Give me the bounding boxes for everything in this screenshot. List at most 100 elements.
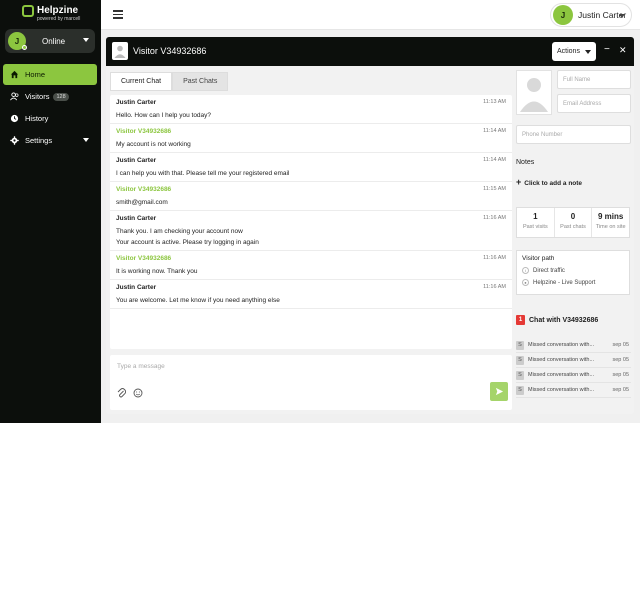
message-text: Your account is active. Please try loggi… bbox=[116, 239, 259, 246]
sidebar-item-label: History bbox=[25, 114, 49, 123]
visitor-stats: 1 Past visits 0 Past chats 9 mins Time on sit… bbox=[516, 207, 630, 238]
visitor-path-title: Visitor path bbox=[522, 255, 555, 262]
missed-date: sep 05 bbox=[612, 357, 629, 363]
menu-icon[interactable] bbox=[113, 10, 123, 19]
visitor-info-panel: Full Name Email Address Phone Number Not… bbox=[516, 70, 631, 410]
conversation-icon: S bbox=[516, 340, 524, 350]
brand-tagline: powered by marcell bbox=[37, 16, 81, 22]
phone-field[interactable]: Phone Number bbox=[516, 125, 631, 144]
message-input[interactable] bbox=[117, 363, 417, 370]
avatar: J bbox=[8, 32, 27, 50]
send-button[interactable] bbox=[490, 382, 508, 401]
sidebar-item-history[interactable]: History bbox=[3, 108, 97, 129]
missed-label: Missed conversation with... bbox=[528, 372, 595, 378]
message-item: Justin Carter 11:13 AM Hello. How can I he… bbox=[110, 95, 512, 124]
status-label: Online bbox=[42, 36, 66, 46]
chat-history-heading: 1 Chat with V34932686 bbox=[516, 315, 598, 325]
visitors-count-badge: 128 bbox=[53, 92, 69, 101]
stat-label: Past chats bbox=[560, 224, 586, 230]
message-list: Justin Carter 11:13 AM Hello. How can I he… bbox=[110, 95, 512, 349]
chat-panel: Visitor V34932686 Actions − ✕ Current Ch… bbox=[106, 37, 634, 414]
message-time: 11:15 AM bbox=[483, 186, 506, 192]
visitor-avatar-icon bbox=[112, 42, 128, 60]
message-text: Hello. How can I help you today? bbox=[116, 112, 212, 119]
conversation-icon: S bbox=[516, 370, 524, 380]
location-icon: ● bbox=[522, 279, 529, 286]
message-item: Justin Carter 11:16 AM You are welcome. Le… bbox=[110, 280, 512, 309]
sidebar: Helpzine powered by marcell J Online Hom… bbox=[0, 0, 101, 423]
actions-dropdown[interactable]: Actions bbox=[552, 42, 596, 61]
sidebar-nav: Home Visitors 128 History Settings bbox=[3, 64, 97, 152]
message-item: Justin Carter 11:16 AM Thank you. I am che… bbox=[110, 211, 512, 251]
message-sender: Justin Carter bbox=[116, 284, 157, 291]
avatar: J bbox=[553, 5, 573, 25]
missed-conversation-item[interactable]: S Missed conversation with... sep 05 bbox=[516, 338, 631, 353]
message-sender: Justin Carter bbox=[116, 215, 157, 222]
message-sender: Justin Carter bbox=[116, 99, 157, 106]
gear-icon bbox=[10, 136, 19, 145]
message-time: 11:16 AM bbox=[483, 255, 506, 261]
status-dropdown[interactable]: J Online bbox=[5, 29, 95, 53]
message-sender[interactable]: Visitor V34932686 bbox=[116, 186, 506, 193]
topbar: J Justin Carter bbox=[101, 0, 640, 30]
tab-past-chats[interactable]: Past Chats bbox=[172, 72, 229, 91]
message-time: 11:14 AM bbox=[483, 157, 506, 163]
missed-date: sep 05 bbox=[612, 387, 629, 393]
message-text: smith@gmail.com bbox=[116, 199, 168, 206]
message-text: I can help you with that. Please tell me… bbox=[116, 170, 290, 177]
missed-date: sep 05 bbox=[612, 372, 629, 378]
chat-bubble-icon bbox=[22, 5, 34, 17]
info-icon: i bbox=[522, 267, 529, 274]
conversation-icon: S bbox=[516, 355, 524, 365]
paperclip-icon[interactable] bbox=[117, 388, 127, 400]
message-sender[interactable]: Visitor V34932686 bbox=[116, 128, 506, 135]
message-item: Visitor V34932686 11:15 AM smith@gmail.com bbox=[110, 182, 512, 211]
message-time: 11:16 AM bbox=[483, 284, 506, 290]
panel-header: Visitor V34932686 Actions − ✕ bbox=[106, 37, 634, 66]
path-item: i Direct traffic bbox=[522, 267, 624, 274]
panel-title: Visitor V34932686 bbox=[133, 46, 207, 56]
tab-current-chat[interactable]: Current Chat bbox=[110, 72, 173, 91]
history-icon bbox=[10, 114, 19, 123]
missed-conversation-item[interactable]: S Missed conversation with... sep 05 bbox=[516, 353, 631, 368]
minimize-icon[interactable]: − bbox=[604, 44, 610, 55]
stat-value: 9 mins bbox=[598, 212, 624, 221]
missed-conversations: S Missed conversation with... sep 05 S Misse… bbox=[516, 338, 631, 398]
user-menu[interactable]: J Justin Carter bbox=[550, 3, 632, 27]
sidebar-item-home[interactable]: Home bbox=[3, 64, 97, 85]
close-icon[interactable]: ✕ bbox=[619, 45, 627, 56]
stat-value: 1 bbox=[533, 212, 538, 221]
chat-column: Current Chat Past Chats Justin Carter 11:… bbox=[110, 70, 512, 410]
chat-count-badge: 1 bbox=[516, 315, 525, 325]
missed-conversation-item[interactable]: S Missed conversation with... sep 05 bbox=[516, 368, 631, 383]
plus-icon: + bbox=[516, 177, 522, 187]
app: Helpzine powered by marcell J Online Hom… bbox=[0, 0, 640, 423]
message-time: 11:16 AM bbox=[483, 215, 506, 221]
chevron-down-icon bbox=[83, 138, 89, 142]
full-name-field[interactable]: Full Name bbox=[557, 70, 631, 89]
add-note-button[interactable]: + Click to add a note bbox=[516, 177, 582, 187]
emoji-icon[interactable] bbox=[133, 388, 143, 400]
visitor-path: Visitor path i Direct traffic ● Helpzine -… bbox=[516, 250, 630, 295]
message-text: Thank you. I am checking your account no… bbox=[116, 228, 243, 235]
message-sender[interactable]: Visitor V34932686 bbox=[116, 255, 506, 262]
sidebar-item-settings[interactable]: Settings bbox=[3, 130, 97, 151]
missed-label: Missed conversation with... bbox=[528, 342, 595, 348]
email-field[interactable]: Email Address bbox=[557, 94, 631, 113]
visitor-photo-icon bbox=[516, 70, 552, 115]
sidebar-item-visitors[interactable]: Visitors 128 bbox=[3, 86, 97, 107]
missed-label: Missed conversation with... bbox=[528, 387, 595, 393]
message-item: Visitor V34932686 11:16 AM It is working n… bbox=[110, 251, 512, 280]
missed-conversation-item[interactable]: S Missed conversation with... sep 05 bbox=[516, 383, 631, 398]
missed-label: Missed conversation with... bbox=[528, 357, 595, 363]
stat-item: 1 Past visits bbox=[517, 208, 555, 237]
sidebar-item-label: Settings bbox=[25, 136, 53, 145]
chevron-down-icon bbox=[83, 38, 89, 42]
logo[interactable]: Helpzine powered by marcell bbox=[22, 5, 80, 22]
chat-tabs: Current Chat Past Chats bbox=[110, 72, 229, 91]
brand-name: Helpzine bbox=[37, 5, 79, 16]
stat-item: 9 mins Time on site bbox=[592, 208, 629, 237]
sidebar-item-label: Home bbox=[25, 70, 46, 79]
send-icon bbox=[495, 387, 503, 396]
chevron-down-icon bbox=[619, 14, 625, 18]
